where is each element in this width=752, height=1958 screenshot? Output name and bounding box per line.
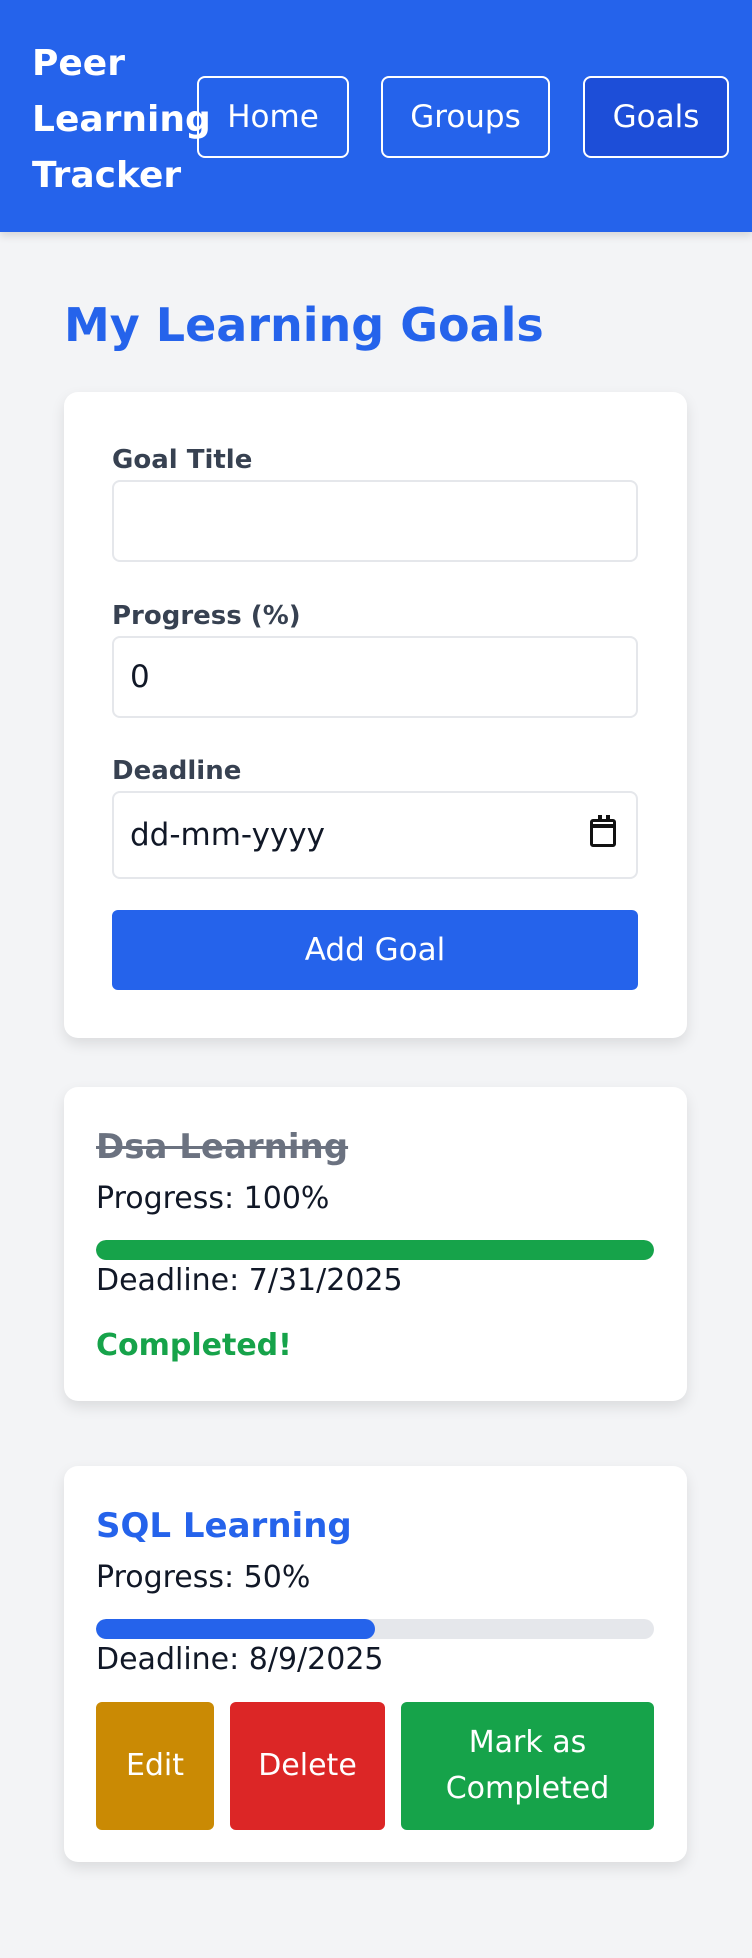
progress-bar-fill — [96, 1619, 375, 1639]
goal-title: Dsa Learning — [96, 1127, 349, 1167]
deadline-placeholder: dd-mm-yyyy — [130, 817, 325, 853]
nav-home-button[interactable]: Home — [197, 76, 349, 158]
nav-groups-button[interactable]: Groups — [381, 76, 550, 158]
calendar-icon[interactable] — [590, 815, 616, 847]
goal-progress-text: Progress: 100% — [96, 1181, 330, 1216]
progress-input[interactable]: 0 — [112, 636, 638, 718]
edit-button[interactable]: Edit — [96, 1702, 214, 1830]
goal-card: SQL Learning Progress: 50% Deadline: 8/9… — [64, 1466, 687, 1862]
mark-completed-button[interactable]: Mark as Completed — [401, 1702, 654, 1830]
delete-button[interactable]: Delete — [230, 1702, 385, 1830]
add-goal-button[interactable]: Add Goal — [112, 910, 638, 990]
nav-goals-button[interactable]: Goals — [583, 76, 729, 158]
navbar: Peer Learning Tracker Home Groups Goals — [0, 0, 752, 232]
progress-bar — [96, 1240, 654, 1260]
goal-deadline: Deadline: 7/31/2025 — [96, 1263, 403, 1298]
goal-progress-text: Progress: 50% — [96, 1560, 311, 1595]
goal-title: SQL Learning — [96, 1506, 352, 1546]
progress-bar — [96, 1619, 654, 1639]
page-title: My Learning Goals — [64, 298, 544, 352]
deadline-label: Deadline — [112, 756, 242, 786]
completed-status: Completed! — [96, 1328, 292, 1363]
deadline-input[interactable]: dd-mm-yyyy — [112, 791, 638, 879]
goal-title-input[interactable] — [112, 480, 638, 562]
add-goal-form: Goal Title Progress (%) 0 Deadline dd-mm… — [64, 392, 687, 1038]
goal-card: Dsa Learning Progress: 100% Deadline: 7/… — [64, 1087, 687, 1401]
progress-label: Progress (%) — [112, 601, 301, 631]
goal-deadline: Deadline: 8/9/2025 — [96, 1642, 384, 1677]
goal-title-label: Goal Title — [112, 445, 253, 475]
app-brand: Peer Learning Tracker — [32, 43, 211, 196]
progress-bar-fill — [96, 1240, 654, 1260]
